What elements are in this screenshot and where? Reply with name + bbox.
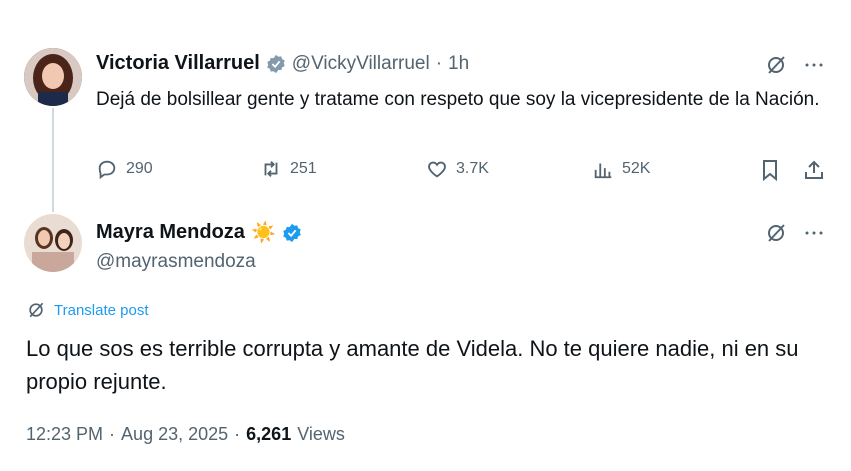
views-count: 52K [622,160,651,177]
like-button[interactable]: 3.7K [426,158,489,180]
post-date[interactable]: Aug 23, 2025 [121,424,228,445]
analytics-icon [594,163,612,179]
translate-icon [29,302,44,318]
like-count: 3.7K [456,160,489,177]
author-name[interactable]: Victoria Villarruel [96,52,260,75]
thread-line [52,108,54,212]
meta-dot: · [109,424,116,444]
tweet1-text: Dejá de bolsillear gente y tratame con r… [96,89,820,110]
tweet2-header: Mayra Mendoza ☀️ [96,220,302,245]
retweet-icon [264,161,278,177]
verified-blue-icon [283,223,301,242]
views-number: 6,261 [246,424,292,444]
post-time[interactable]: 12:23 PM [26,424,103,445]
separator-dot: · [435,52,443,74]
translate-label: Translate post [54,301,149,319]
avatar-victoria[interactable] [24,48,82,106]
retweet-count: 251 [290,160,317,177]
views-label: Views [297,424,345,444]
tweet2-text: Lo que sos es terrible corrupta y amante… [26,336,799,394]
avatar-mayra[interactable] [24,214,82,272]
grok-icon[interactable] [764,221,788,250]
views-button[interactable]: 52K [592,158,650,180]
bookmark-icon[interactable] [758,158,782,187]
translate-post-link[interactable]: Translate post [26,300,149,320]
post-time[interactable]: 1h [448,53,469,75]
author-handle[interactable]: @VickyVillarruel [292,53,430,75]
avatar-photo [24,214,82,272]
meta-dot: · [234,424,241,444]
avatar-photo [24,48,82,106]
heart-icon [428,161,446,178]
more-icon[interactable] [802,53,826,82]
author-handle[interactable]: @mayrasmendoza [96,251,256,273]
reply-count: 290 [126,160,153,177]
verified-gray-icon [267,54,285,73]
post-meta: 12:23 PM · Aug 23, 2025 · 6,261 Views [26,424,345,445]
author-name[interactable]: Mayra Mendoza [96,221,245,244]
tweet1-header: Victoria Villarruel @VickyVillarruel · 1… [96,52,469,75]
share-icon[interactable] [802,158,826,187]
reply-button[interactable]: 290 [96,158,153,180]
retweet-button[interactable]: 251 [260,158,317,180]
reply-icon [98,160,116,180]
more-icon[interactable] [802,221,826,250]
grok-icon[interactable] [764,53,788,82]
sun-emoji: ☀️ [250,222,276,244]
